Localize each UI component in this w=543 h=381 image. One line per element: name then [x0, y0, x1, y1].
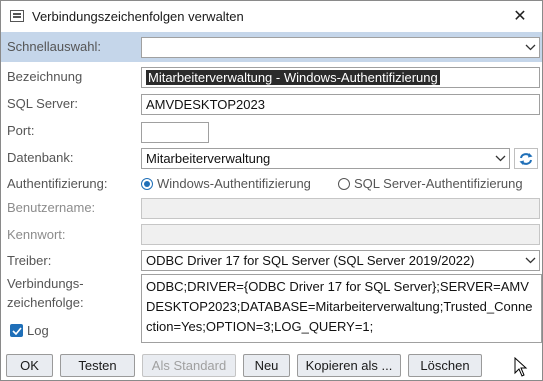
mouse-pointer-icon: [514, 357, 528, 377]
database-value: Mitarbeiterverwaltung: [146, 151, 271, 166]
refresh-icon: [519, 152, 533, 165]
port-label: Port:: [7, 123, 35, 138]
title-bar: Verbindungszeichenfolgen verwalten ✕: [1, 1, 542, 31]
chevron-down-icon[interactable]: [491, 149, 509, 168]
quick-select-dropdown[interactable]: [141, 37, 540, 58]
window-title: Verbindungszeichenfolgen verwalten: [32, 9, 244, 24]
log-label: Log: [27, 323, 49, 338]
refresh-databases-button[interactable]: [514, 148, 538, 169]
database-label: Datenbank:: [7, 150, 74, 165]
port-field[interactable]: [141, 122, 209, 143]
chevron-down-icon[interactable]: [521, 38, 539, 57]
quick-select-label: Schnellauswahl:: [7, 39, 101, 54]
auth-sql-label: SQL Server-Authentifizierung: [354, 176, 523, 191]
auth-windows-option[interactable]: Windows-Authentifizierung: [141, 176, 311, 191]
driver-value: ODBC Driver 17 for SQL Server (SQL Serve…: [146, 253, 475, 268]
checkbox-checked-icon[interactable]: [10, 324, 23, 337]
dialog-window: Verbindungszeichenfolgen verwalten ✕ Sch…: [0, 0, 543, 381]
name-field-value: Mitarbeiterverwaltung - Windows-Authenti…: [146, 70, 440, 85]
username-label: Benutzername:: [7, 200, 96, 215]
auth-sql-option[interactable]: SQL Server-Authentifizierung: [338, 176, 523, 191]
chevron-down-icon[interactable]: [521, 251, 539, 270]
copy-as-button[interactable]: Kopieren als ...: [297, 354, 401, 377]
database-dropdown[interactable]: Mitarbeiterverwaltung: [141, 148, 510, 169]
driver-dropdown[interactable]: ODBC Driver 17 for SQL Server (SQL Serve…: [141, 250, 540, 271]
password-label: Kennwort:: [7, 227, 66, 242]
delete-button[interactable]: Löschen: [408, 354, 482, 377]
username-field[interactable]: [141, 198, 540, 219]
connection-string-label-line1: Verbindungs-: [7, 276, 84, 291]
auth-windows-label: Windows-Authentifizierung: [157, 176, 311, 191]
radio-selected-icon[interactable]: [141, 177, 153, 190]
password-field[interactable]: [141, 224, 540, 245]
set-default-button[interactable]: Als Standard: [142, 354, 236, 377]
test-button[interactable]: Testen: [60, 354, 135, 377]
connection-string-label-line2: zeichenfolge:: [7, 295, 84, 310]
form-icon: [10, 10, 24, 22]
server-field[interactable]: AMVDESKTOP2023: [141, 94, 540, 115]
radio-unselected-icon[interactable]: [338, 177, 350, 190]
driver-label: Treiber:: [7, 253, 52, 268]
quick-select-row: Schnellauswahl:: [1, 32, 542, 62]
server-label: SQL Server:: [7, 96, 79, 111]
connection-string-field[interactable]: ODBC;DRIVER={ODBC Driver 17 for SQL Serv…: [141, 274, 542, 343]
close-button[interactable]: ✕: [498, 1, 542, 31]
log-checkbox[interactable]: Log: [10, 323, 49, 338]
auth-label: Authentifizierung:: [7, 176, 108, 191]
name-field[interactable]: Mitarbeiterverwaltung - Windows-Authenti…: [141, 67, 540, 88]
new-button[interactable]: Neu: [243, 354, 290, 377]
server-field-value: AMVDESKTOP2023: [146, 97, 265, 112]
name-label: Bezeichnung: [7, 69, 83, 84]
ok-button[interactable]: OK: [6, 354, 53, 377]
